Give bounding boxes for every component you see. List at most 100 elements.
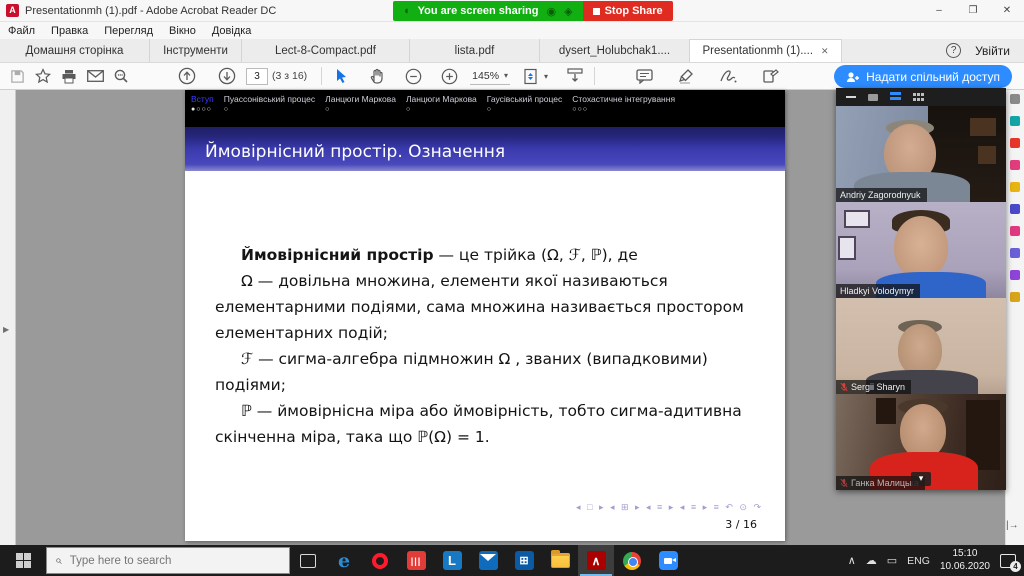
tray-time: 15:10 (940, 548, 990, 561)
restore-button[interactable]: ❐ (956, 0, 990, 22)
battery-icon[interactable]: ▭ (887, 554, 897, 567)
fill-sign-icon[interactable] (757, 64, 783, 88)
tray-chevron-up-icon[interactable]: ∧ (848, 554, 856, 567)
menu-window[interactable]: Вікно (169, 25, 196, 37)
zoom-in-icon[interactable] (436, 64, 462, 88)
search-icon[interactable] (108, 64, 134, 88)
create-pdf-icon[interactable] (1010, 138, 1020, 148)
share-shield-icon[interactable]: ◈ (564, 5, 572, 18)
beamer-section-markov1[interactable]: Ланцюги Маркова ○ (325, 94, 396, 127)
select-tool-icon[interactable] (328, 64, 354, 88)
beamer-section-stochastic[interactable]: Стохастичне інтегрування ○○○ (572, 94, 675, 127)
fill-sign-tool-icon[interactable] (1010, 270, 1020, 280)
participant-video[interactable]: Hladkyi Volodymyr (836, 202, 1006, 298)
page-number-input[interactable] (246, 68, 268, 85)
action-center-icon[interactable]: 4 (1000, 554, 1016, 568)
edit-pdf-icon[interactable] (1010, 160, 1020, 170)
signature-pen-icon[interactable] (715, 64, 741, 88)
stop-share-button[interactable]: Stop Share (583, 1, 673, 21)
share-access-button[interactable]: Надати спільний доступ (834, 65, 1012, 88)
start-button[interactable] (0, 545, 46, 576)
hand-tool-icon[interactable] (364, 64, 390, 88)
comment-tool-icon[interactable] (1010, 182, 1020, 192)
zoom-gallery-view-icon[interactable] (913, 92, 924, 102)
onedrive-cloud-icon[interactable]: ☁ (866, 554, 877, 567)
tab-lista[interactable]: lista.pdf (410, 39, 540, 62)
close-button[interactable]: ✕ (990, 0, 1024, 22)
participant-name-tag: Hladkyi Volodymyr (836, 284, 920, 298)
slide-page-number: 3 / 16 (725, 518, 757, 531)
taskbar-zoom[interactable] (650, 545, 686, 576)
beamer-section-poisson[interactable]: Пуассонівський процес ○ (224, 94, 315, 127)
share-logo-icon: ◖ (403, 5, 410, 17)
taskbar-opera[interactable] (362, 545, 398, 576)
star-icon[interactable] (30, 64, 56, 88)
participant-video[interactable]: Sergii Sharyn (836, 298, 1006, 394)
slide-paragraph: ℱ — сигма-алгебра підмножин Ω , званих (… (215, 346, 773, 398)
mail-icon (479, 551, 498, 570)
scrolling-mode-icon[interactable] (562, 64, 588, 88)
tab-dysert[interactable]: dysert_Holubchak1.... (540, 39, 690, 62)
beamer-section-vstup[interactable]: Вступ ●○○○ (191, 94, 214, 127)
sign-in-link[interactable]: Увійти (975, 44, 1010, 58)
document-tab-bar: Домашня сторінка Інструменти Lect-8-Comp… (0, 39, 1024, 63)
tab-close-icon[interactable]: ✕ (821, 46, 829, 57)
search-input[interactable] (70, 555, 260, 567)
screen-share-banner: ◖ You are screen sharing ◉ ◈ Stop Share (393, 1, 673, 21)
email-icon[interactable] (82, 64, 108, 88)
tab-presentation-active[interactable]: Presentationmh (1).... ✕ (690, 39, 842, 62)
tab-lect8[interactable]: Lect-8-Compact.pdf (242, 39, 410, 62)
organize-pages-icon[interactable] (1010, 226, 1020, 236)
zoom-minimize-icon[interactable] (846, 92, 856, 102)
zoom-single-view-icon[interactable] (868, 92, 878, 102)
participant-name-tag: Andriy Zagorodnyuk (836, 188, 927, 202)
print-icon[interactable] (56, 64, 82, 88)
save-icon[interactable] (4, 64, 30, 88)
next-page-icon[interactable] (214, 64, 240, 88)
taskbar-app-l[interactable]: L (434, 545, 470, 576)
taskbar-search-box[interactable]: ⌕ (46, 547, 290, 574)
participant-name-tag: Sergii Sharyn (836, 380, 911, 394)
beamer-section-gauss[interactable]: Гаусівський процес ○ (487, 94, 563, 127)
combine-files-icon[interactable] (1010, 204, 1020, 214)
protect-icon[interactable] (1010, 248, 1020, 258)
tab-home[interactable]: Домашня сторінка (0, 39, 150, 62)
zoom-out-icon[interactable] (400, 64, 426, 88)
minimize-button[interactable]: – (922, 0, 956, 22)
comment-icon[interactable] (631, 64, 657, 88)
taskbar-chrome[interactable] (614, 545, 650, 576)
taskbar-app-red[interactable]: ||| (398, 545, 434, 576)
send-comments-icon[interactable] (1010, 292, 1020, 302)
more-participants-chevron-icon[interactable]: ▾ (911, 472, 931, 486)
menu-file[interactable]: Файл (8, 25, 35, 37)
task-view-button[interactable] (290, 545, 326, 576)
help-icon[interactable]: ? (946, 43, 961, 58)
tools-panel-expand-icon[interactable]: |→ (1006, 520, 1019, 531)
zoom-panel-header (836, 88, 1006, 106)
menu-help[interactable]: Довідка (212, 25, 252, 37)
menu-edit[interactable]: Правка (51, 25, 88, 37)
share-record-icon[interactable]: ◉ (547, 5, 557, 18)
taskbar-edge[interactable]: e (326, 545, 362, 576)
page-fit-icon[interactable] (518, 64, 544, 88)
clock[interactable]: 15:10 10.06.2020 (940, 548, 990, 573)
zoom-strip-view-icon[interactable] (890, 92, 901, 102)
left-panel-expand-icon[interactable]: ▶ (3, 325, 9, 334)
taskbar-acrobat-active[interactable]: ∧ (578, 545, 614, 576)
language-indicator[interactable]: ENG (907, 555, 930, 567)
taskbar-mail[interactable] (470, 545, 506, 576)
slide-paragraph: Ω — довільна множина, елементи якої нази… (215, 268, 773, 346)
export-pdf-icon[interactable] (1010, 116, 1020, 126)
chevron-down-icon[interactable]: ▾ (544, 72, 548, 81)
highlighter-icon[interactable] (673, 64, 699, 88)
previous-page-icon[interactable] (174, 64, 200, 88)
participant-video[interactable]: Andriy Zagorodnyuk (836, 106, 1006, 202)
beamer-navigation-symbols[interactable]: ◂ □ ▸ ◂ ⊞ ▸ ◂ ≡ ▸ ◂ ≡ ▸ ≡ ↶ ⊙ ↷ (576, 502, 763, 513)
search-tool-icon[interactable] (1010, 94, 1020, 104)
taskbar-store[interactable]: ⊞ (506, 545, 542, 576)
tab-tools[interactable]: Інструменти (150, 39, 242, 62)
menu-view[interactable]: Перегляд (104, 25, 153, 37)
beamer-section-markov2[interactable]: Ланцюги Маркова ○ (406, 94, 477, 127)
zoom-level-select[interactable]: 145% ▾ (470, 67, 510, 85)
taskbar-file-explorer[interactable] (542, 545, 578, 576)
